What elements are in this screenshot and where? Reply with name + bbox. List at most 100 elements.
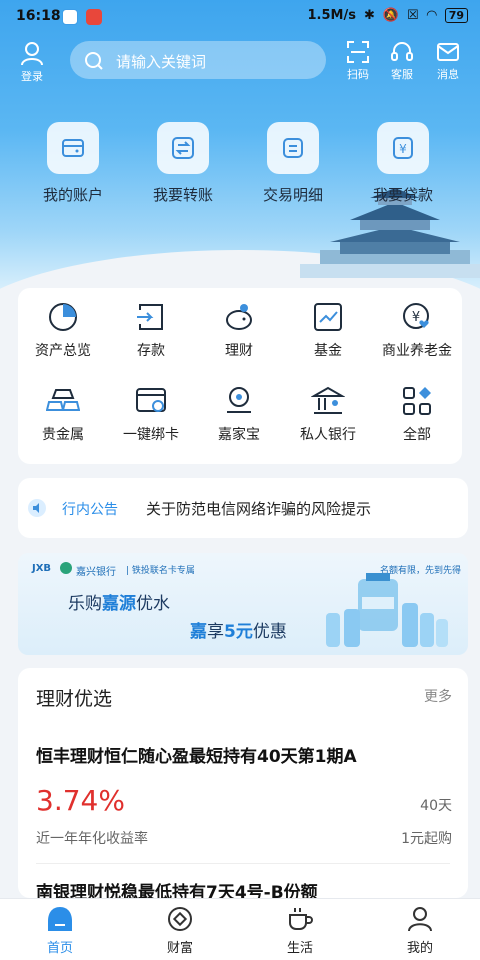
water-bottles-image	[326, 573, 448, 647]
service-label: 贵金属	[42, 427, 84, 443]
service-label: 嘉家宝	[218, 427, 260, 443]
quick-action-label: 交易明细	[262, 186, 323, 204]
wifi-icon: ◠	[426, 8, 437, 23]
search-icon	[85, 52, 103, 70]
scan-button[interactable]: 扫码	[340, 40, 376, 82]
speaker-icon	[28, 499, 46, 517]
transfer-icon	[157, 122, 209, 174]
product-card[interactable]: 恒丰理财恒仁随心盈最短持有40天第1期A 3.74% 40天 近一年年化收益率 …	[18, 728, 468, 848]
service-asset-overview[interactable]: 资产总览	[18, 300, 108, 360]
piggy-bank-icon	[226, 304, 252, 330]
private-bank-icon	[311, 386, 345, 414]
promo-banner[interactable]: JXB 嘉兴银行 | 铁投联名卡专属 名额有限，先到先得 乐购嘉源优水 嘉享5元…	[18, 553, 468, 655]
coffee-icon	[289, 908, 313, 930]
service-label: 基金	[314, 343, 342, 359]
service-pension[interactable]: ¥ 商业养老金	[372, 300, 462, 360]
product-term: 40天	[420, 798, 452, 814]
min-buy: 1元起购	[401, 831, 452, 847]
all-grid-icon	[403, 387, 431, 415]
product-name: 恒丰理财恒仁随心盈最短持有40天第1期A	[36, 747, 357, 767]
app-notification-icon	[62, 9, 78, 25]
login-button[interactable]: 登录	[14, 40, 50, 84]
service-all[interactable]: 全部	[372, 384, 462, 444]
tab-home[interactable]: 首页	[20, 905, 100, 956]
sim-icon: ☒	[407, 8, 419, 23]
service-label: 客服	[391, 68, 413, 81]
banner-line2-b: 享	[207, 622, 224, 642]
tab-mine[interactable]: 我的	[380, 905, 460, 956]
service-deposit[interactable]: 存款	[106, 300, 196, 360]
banner-line2-d: 优惠	[252, 622, 287, 642]
service-label: 一键绑卡	[123, 427, 179, 443]
quick-action-statement[interactable]: 交易明细	[248, 122, 338, 205]
finance-title: 理财优选	[36, 688, 113, 710]
banner-line1-a: 乐购	[68, 594, 102, 614]
message-button[interactable]: 消息	[430, 40, 466, 82]
bind-card-icon	[136, 388, 166, 412]
notice-tag: 行内公告	[62, 502, 118, 518]
service-precious-metal[interactable]: 贵金属	[18, 384, 108, 444]
quick-action-label: 我要转账	[152, 186, 213, 204]
service-label: 存款	[137, 343, 165, 359]
net-speed: 1.5M/s	[307, 8, 356, 23]
service-fund[interactable]: 基金	[283, 300, 373, 360]
svg-text:¥: ¥	[399, 142, 407, 156]
tab-life[interactable]: 生活	[260, 905, 340, 956]
message-label: 消息	[437, 68, 459, 81]
notice-bar[interactable]: 行内公告 关于防范电信网络诈骗的风险提示	[18, 478, 468, 538]
service-label: 商业养老金	[382, 343, 452, 359]
service-jiajiabao[interactable]: 嘉家宝	[194, 384, 284, 444]
bluetooth-icon: ✱	[363, 8, 375, 23]
product-rate: 3.74%	[36, 784, 125, 817]
fund-chart-icon	[314, 303, 342, 331]
divider	[36, 863, 450, 864]
quick-action-label: 我的账户	[42, 186, 103, 204]
gold-bars-icon	[46, 389, 80, 411]
search-placeholder: 请输入关键词	[116, 53, 207, 71]
tab-wealth[interactable]: 财富	[140, 905, 220, 956]
service-bind-card[interactable]: 一键绑卡	[106, 384, 196, 444]
statement-icon	[267, 122, 319, 174]
search-input[interactable]: 请输入关键词	[70, 41, 326, 79]
banner-line2: 嘉享5元优惠	[190, 617, 287, 642]
bank-logo-icon	[60, 562, 72, 574]
svg-text:¥: ¥	[412, 310, 420, 325]
banner-card-note: | 铁投联名卡专属	[126, 566, 195, 576]
quick-action-loan[interactable]: ¥ 我要贷款	[358, 122, 448, 205]
service-wealth[interactable]: 理财	[194, 300, 284, 360]
profile-icon	[408, 907, 432, 932]
banner-line1: 乐购嘉源优水	[68, 589, 170, 614]
service-label: 全部	[403, 427, 431, 443]
service-label: 私人银行	[300, 427, 356, 443]
top-bar: 登录 请输入关键词 扫码 客服 消息	[0, 38, 480, 86]
tab-label: 首页	[46, 941, 73, 956]
service-private-bank[interactable]: 私人银行	[283, 384, 373, 444]
user-icon	[21, 42, 43, 66]
banner-line2-c: 5元	[224, 622, 253, 642]
quick-action-account[interactable]: 我的账户	[28, 122, 118, 205]
wallet-icon	[47, 122, 99, 174]
finance-section: 理财优选 更多 恒丰理财恒仁随心盈最短持有40天第1期A 3.74% 40天 近…	[18, 668, 468, 903]
deposit-icon	[137, 304, 163, 330]
banner-bank: 嘉兴银行	[76, 567, 116, 578]
banner-brand: JXB	[32, 563, 52, 574]
jiajiabao-icon	[227, 387, 251, 413]
quick-action-label: 我要贷款	[372, 186, 433, 204]
service-button[interactable]: 客服	[384, 40, 420, 82]
quick-action-transfer[interactable]: 我要转账	[138, 122, 228, 205]
finance-more-link[interactable]: 更多	[424, 686, 452, 706]
app-notification-icon-2	[86, 9, 102, 25]
notice-text: 关于防范电信网络诈骗的风险提示	[146, 500, 372, 518]
tab-label: 生活	[286, 941, 313, 956]
mute-icon: 🔕	[382, 8, 400, 23]
banner-line2-a: 嘉	[190, 622, 207, 642]
pie-chart-icon	[49, 303, 77, 331]
tab-label: 我的	[406, 941, 433, 956]
status-time: 16:18	[16, 8, 61, 24]
loan-icon: ¥	[377, 122, 429, 174]
service-label: 资产总览	[35, 343, 91, 359]
scan-label: 扫码	[347, 68, 369, 81]
mail-icon	[437, 43, 459, 61]
banner-line1-b: 嘉源	[102, 594, 136, 614]
status-bar: 16:18 1.5M/s ✱ 🔕 ☒ ◠ 79	[0, 0, 480, 34]
